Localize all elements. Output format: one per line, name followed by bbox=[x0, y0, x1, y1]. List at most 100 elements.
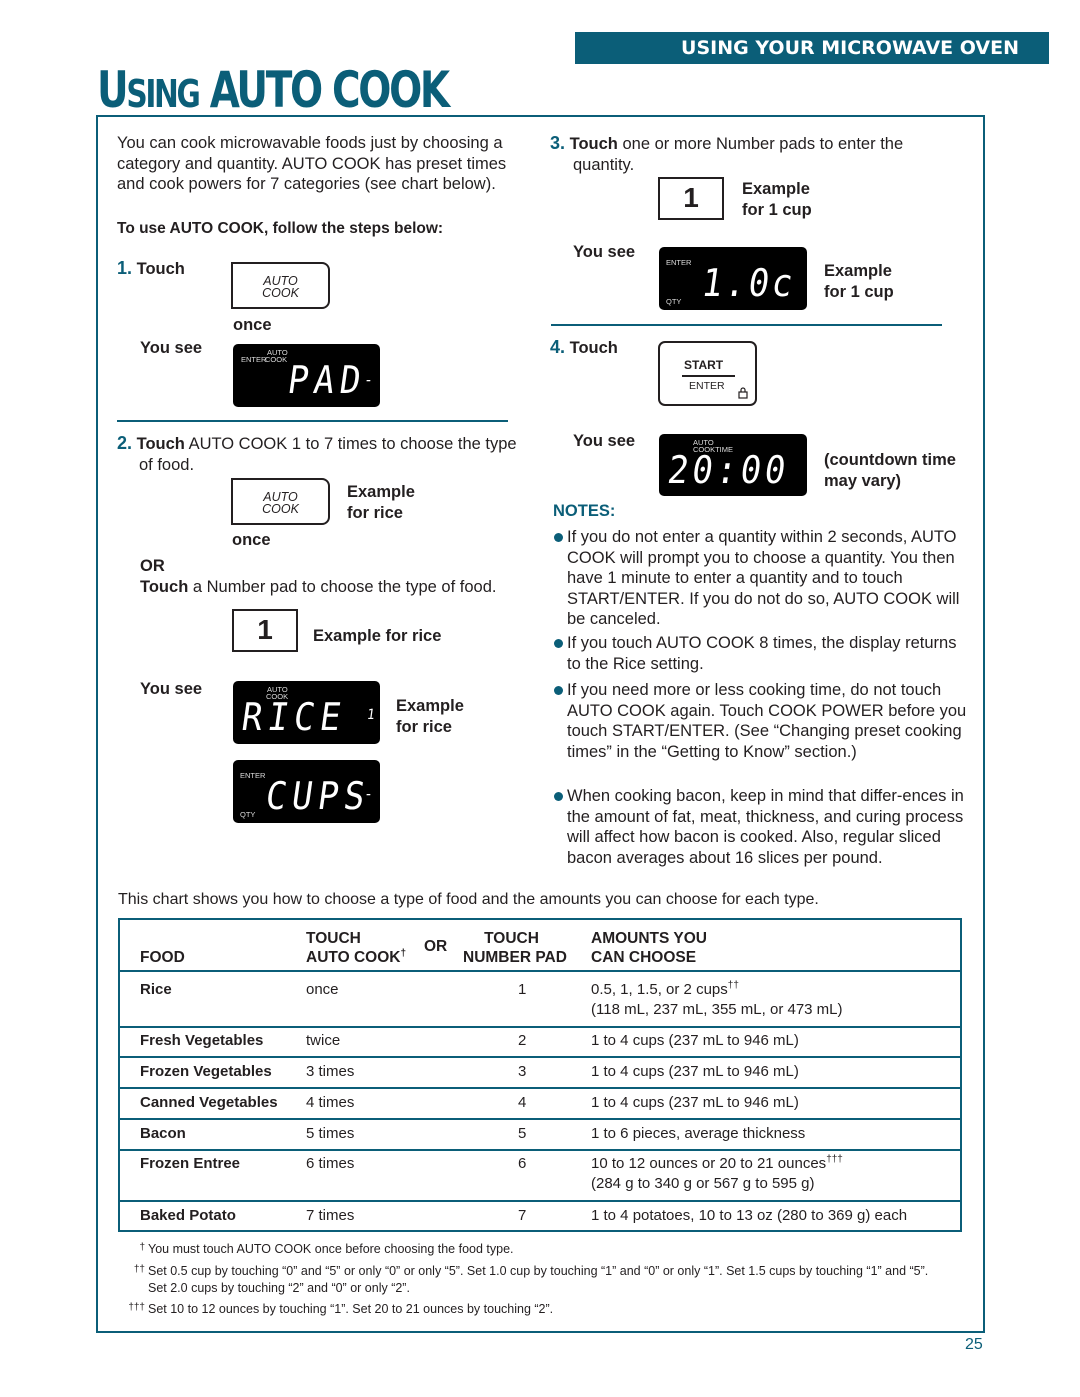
display-qty: ENTER QTY 1.0c bbox=[659, 247, 807, 310]
cell-auto-cook: 7 times bbox=[306, 1207, 355, 1224]
cell-auto-cook: twice bbox=[306, 1032, 341, 1049]
display-label-cook: COOK bbox=[265, 355, 288, 364]
cell-number-pad: 3 bbox=[518, 1063, 527, 1080]
cell-amount: 0.5, 1, 1.5, or 2 cups bbox=[591, 981, 728, 998]
example-line2: for rice bbox=[396, 717, 452, 736]
cell-number-pad: 2 bbox=[518, 1032, 527, 1049]
cell-number-pad: 1 bbox=[518, 981, 527, 998]
row-divider bbox=[120, 1118, 960, 1120]
footnote: ††† Set 10 to 12 ounces by touching “1”.… bbox=[125, 1301, 945, 1318]
step3-display-example: Example for 1 cup bbox=[824, 261, 894, 302]
cell-amount: 1 to 4 potatoes, 10 to 13 oz (280 to 369… bbox=[591, 1207, 908, 1224]
display-rice: AUTO COOK RICE 1 bbox=[233, 681, 380, 744]
example-line2: for 1 cup bbox=[824, 282, 894, 301]
intro-paragraph: You can cook microwavable foods just by … bbox=[117, 134, 507, 193]
cell-amount: 1 to 6 pieces, average thickness bbox=[591, 1125, 806, 1142]
footnote-mark: †† bbox=[727, 980, 739, 991]
display-label-enter: ENTER bbox=[666, 258, 692, 267]
display-text: 1.0c bbox=[699, 261, 799, 305]
display-suffix: - bbox=[363, 784, 380, 803]
step2-alt-touch: Touch bbox=[140, 578, 189, 596]
step2-you-see: You see bbox=[140, 680, 203, 698]
cell-food: Bacon bbox=[140, 1125, 186, 1142]
display-countdown: AUTO COOKTIME 20:00 bbox=[659, 434, 807, 496]
step3-you-see: You see bbox=[573, 243, 636, 261]
cell-amount: 1 to 4 cups (237 mL to 946 mL) bbox=[591, 1032, 799, 1049]
rice-display-example: Example for rice bbox=[396, 696, 464, 737]
display-label-enter: ENTER bbox=[241, 355, 267, 364]
cell-food: Rice bbox=[140, 981, 172, 998]
header-touch-auto: TOUCH AUTO COOK† bbox=[306, 929, 406, 967]
step4-number: 4. bbox=[550, 337, 566, 357]
note-text: When cooking bacon, keep in mind that di… bbox=[567, 787, 964, 867]
cell-auto-cook: 3 times bbox=[306, 1063, 355, 1080]
display-suffix: 1 bbox=[366, 707, 380, 723]
note-item: If you touch AUTO COOK 8 times, the disp… bbox=[553, 633, 968, 674]
step2-text: 2. Touch AUTO COOK 1 to 7 times to choos… bbox=[117, 433, 527, 475]
cell-auto-cook: once bbox=[306, 981, 339, 998]
step1-you-see: You see bbox=[140, 339, 203, 357]
countdown-note: (countdown time may vary) bbox=[824, 450, 956, 491]
footnote-mark: ††† bbox=[128, 1302, 145, 1313]
start-label: START bbox=[684, 358, 724, 372]
cell-amount-metric: (118 mL, 237 mL, 355 mL, or 473 mL) bbox=[591, 1001, 843, 1018]
page-number: 25 bbox=[965, 1336, 983, 1353]
cell-number-pad: 6 bbox=[518, 1155, 527, 1172]
footnote-mark: †† bbox=[133, 1264, 145, 1275]
auto-cook-table: FOOD TOUCH AUTO COOK† OR TOUCH NUMBER PA… bbox=[118, 918, 962, 1232]
step3-text: 3. Touch one or more Number pads to ente… bbox=[550, 133, 960, 175]
step1-number: 1. bbox=[117, 258, 133, 278]
notes-heading: NOTES: bbox=[553, 502, 616, 520]
header-line1: AMOUNTS YOU bbox=[591, 930, 707, 947]
display-suffix: - bbox=[363, 370, 380, 389]
example-line1: Example bbox=[742, 180, 810, 198]
display-text: PAD bbox=[285, 358, 370, 402]
bullet-icon bbox=[554, 792, 563, 801]
key-separator bbox=[682, 375, 735, 377]
step2-example: Example for rice bbox=[347, 482, 415, 523]
display-text: CUPS bbox=[263, 774, 374, 818]
header-line1: TOUCH bbox=[306, 930, 361, 947]
number-key-1[interactable]: 1 bbox=[232, 609, 298, 652]
cell-food: Baked Potato bbox=[140, 1207, 236, 1224]
header-touch-number: TOUCH NUMBER PAD bbox=[463, 929, 567, 967]
display-text: 20:00 bbox=[665, 448, 793, 492]
display-pad: AUTO ENTER COOK PAD - bbox=[233, 344, 380, 407]
auto-cook-key-2[interactable]: AUTO COOK bbox=[231, 478, 330, 525]
header-line2: NUMBER PAD bbox=[463, 949, 567, 966]
cell-number-pad: 7 bbox=[518, 1207, 527, 1224]
step1-once: once bbox=[233, 316, 272, 334]
row-divider bbox=[120, 1087, 960, 1089]
header-line2: AUTO COOK bbox=[306, 949, 401, 966]
step1-touch: Touch bbox=[136, 260, 185, 278]
cell-amount: 10 to 12 ounces or 20 to 21 ounces bbox=[591, 1155, 827, 1172]
title-prefix: SING bbox=[126, 72, 200, 116]
step2-number: 2. bbox=[117, 433, 133, 453]
cell-amount: 1 to 4 cups (237 mL to 946 mL) bbox=[591, 1063, 799, 1080]
header-divider bbox=[120, 970, 960, 972]
cell-food: Canned Vegetables bbox=[140, 1094, 278, 1111]
number-key-1-qty[interactable]: 1 bbox=[658, 177, 724, 220]
bullet-icon bbox=[554, 686, 563, 695]
step3-example: Example for 1 cup bbox=[742, 179, 812, 220]
step1-label: 1. Touch bbox=[117, 258, 185, 280]
header-food: FOOD bbox=[140, 949, 185, 966]
row-divider bbox=[120, 1026, 960, 1028]
footnote-text: Set 10 to 12 ounces by touching “1”. Set… bbox=[148, 1302, 554, 1316]
step3-number: 3. bbox=[550, 133, 566, 153]
note-line1: (countdown time bbox=[824, 451, 956, 469]
note-item: If you do not enter a quantity within 2 … bbox=[553, 527, 968, 630]
start-enter-key[interactable]: START ENTER bbox=[658, 341, 757, 406]
step2-instruction: AUTO COOK 1 to 7 times to choose the typ… bbox=[139, 435, 517, 474]
footnote-mark: † bbox=[139, 1242, 145, 1253]
enter-label: ENTER bbox=[689, 380, 725, 392]
display-label-qty: QTY bbox=[666, 297, 682, 306]
auto-cook-key[interactable]: AUTO COOK bbox=[231, 262, 330, 309]
note-item: When cooking bacon, keep in mind that di… bbox=[553, 786, 968, 868]
footnote-mark: ††† bbox=[826, 1154, 843, 1165]
row-divider bbox=[120, 1200, 960, 1202]
row-divider bbox=[120, 1056, 960, 1058]
title-cap: U bbox=[97, 61, 129, 119]
example-line1: Example bbox=[347, 483, 415, 501]
example-line2: for 1 cup bbox=[742, 200, 812, 219]
